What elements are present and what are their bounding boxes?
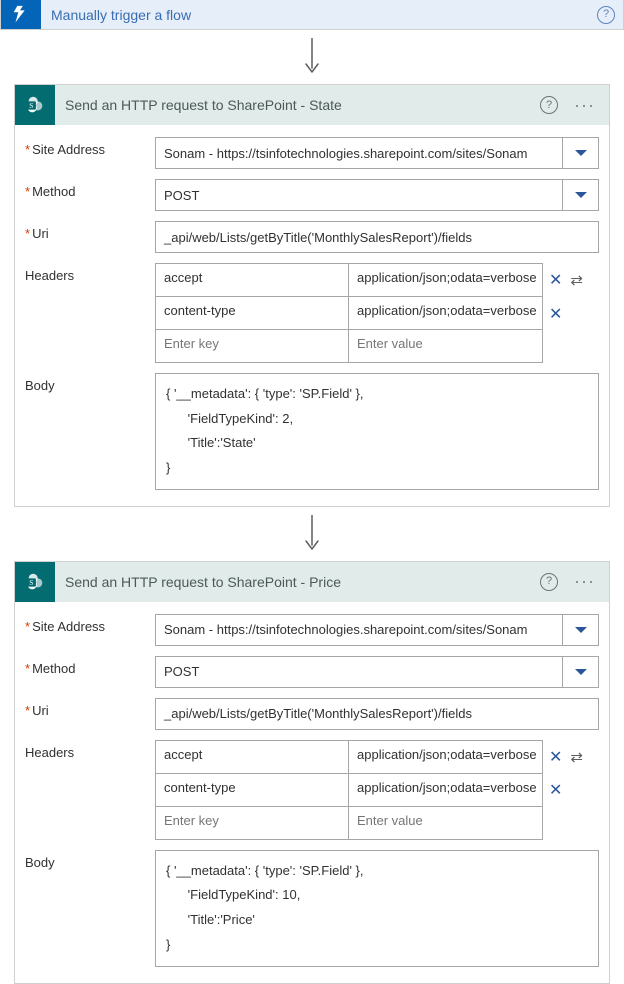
trigger-title: Manually trigger a flow xyxy=(51,7,587,23)
card-header[interactable]: S Send an HTTP request to SharePoint - S… xyxy=(15,85,609,125)
header-key-input[interactable]: Enter key xyxy=(156,807,349,839)
help-icon[interactable]: ? xyxy=(540,573,558,591)
more-menu[interactable]: ··· xyxy=(568,95,601,116)
trigger-card[interactable]: Manually trigger a flow ? xyxy=(0,0,624,30)
label-uri: Uri xyxy=(25,698,155,718)
svg-text:S: S xyxy=(29,101,33,110)
header-row-empty: Enter key Enter value xyxy=(156,807,542,839)
label-site-address: Site Address xyxy=(25,137,155,157)
sharepoint-icon: S xyxy=(15,85,55,125)
site-address-select[interactable]: Sonam - https://tsinfotechnologies.share… xyxy=(155,614,599,646)
chevron-down-icon[interactable] xyxy=(562,657,598,687)
header-row: content-type application/json;odata=verb… xyxy=(156,774,542,806)
delete-header-icon[interactable]: ✕ xyxy=(549,747,562,767)
switch-mode-icon[interactable]: ⇄ xyxy=(570,748,583,766)
method-select[interactable]: POST xyxy=(155,179,599,211)
card-header[interactable]: S Send an HTTP request to SharePoint - P… xyxy=(15,562,609,602)
label-body: Body xyxy=(25,850,155,870)
header-value-input[interactable]: Enter value xyxy=(349,807,542,839)
header-row: accept application/json;odata=verbose xyxy=(156,264,542,296)
card-title: Send an HTTP request to SharePoint - Sta… xyxy=(65,97,530,113)
sharepoint-http-card-price: S Send an HTTP request to SharePoint - P… xyxy=(14,561,610,984)
chevron-down-icon[interactable] xyxy=(562,615,598,645)
uri-input[interactable]: _api/web/Lists/getByTitle('MonthlySalesR… xyxy=(155,698,599,730)
header-key-input[interactable]: content-type xyxy=(156,297,349,329)
help-icon[interactable]: ? xyxy=(597,6,615,24)
uri-input[interactable]: _api/web/Lists/getByTitle('MonthlySalesR… xyxy=(155,221,599,253)
flow-arrow xyxy=(0,30,624,84)
body-input[interactable]: { '__metadata': { 'type': 'SP.Field' }, … xyxy=(155,850,599,967)
label-headers: Headers xyxy=(25,263,155,283)
card-title: Send an HTTP request to SharePoint - Pri… xyxy=(65,574,530,590)
help-icon[interactable]: ? xyxy=(540,96,558,114)
header-value-input[interactable]: Enter value xyxy=(349,330,542,362)
trigger-icon xyxy=(1,0,41,30)
header-value-input[interactable]: application/json;odata=verbose xyxy=(349,741,542,773)
header-row-empty: Enter key Enter value xyxy=(156,330,542,362)
switch-mode-icon[interactable]: ⇄ xyxy=(570,271,583,289)
header-value-input[interactable]: application/json;odata=verbose xyxy=(349,297,542,329)
header-value-input[interactable]: application/json;odata=verbose xyxy=(349,264,542,296)
site-address-select[interactable]: Sonam - https://tsinfotechnologies.share… xyxy=(155,137,599,169)
flow-arrow xyxy=(0,507,624,561)
method-select[interactable]: POST xyxy=(155,656,599,688)
more-menu[interactable]: ··· xyxy=(568,571,601,592)
header-value-input[interactable]: application/json;odata=verbose xyxy=(349,774,542,806)
chevron-down-icon[interactable] xyxy=(562,138,598,168)
label-site-address: Site Address xyxy=(25,614,155,634)
svg-text:S: S xyxy=(29,578,33,587)
header-key-input[interactable]: accept xyxy=(156,264,349,296)
header-key-input[interactable]: accept xyxy=(156,741,349,773)
header-row: content-type application/json;odata=verb… xyxy=(156,297,542,329)
label-body: Body xyxy=(25,373,155,393)
header-key-input[interactable]: Enter key xyxy=(156,330,349,362)
sharepoint-http-card-state: S Send an HTTP request to SharePoint - S… xyxy=(14,84,610,507)
header-row: accept application/json;odata=verbose xyxy=(156,741,542,773)
label-method: Method xyxy=(25,656,155,676)
label-headers: Headers xyxy=(25,740,155,760)
label-method: Method xyxy=(25,179,155,199)
delete-header-icon[interactable]: ✕ xyxy=(549,304,562,324)
chevron-down-icon[interactable] xyxy=(562,180,598,210)
delete-header-icon[interactable]: ✕ xyxy=(549,270,562,290)
delete-header-icon[interactable]: ✕ xyxy=(549,780,562,800)
sharepoint-icon: S xyxy=(15,562,55,602)
label-uri: Uri xyxy=(25,221,155,241)
body-input[interactable]: { '__metadata': { 'type': 'SP.Field' }, … xyxy=(155,373,599,490)
header-key-input[interactable]: content-type xyxy=(156,774,349,806)
